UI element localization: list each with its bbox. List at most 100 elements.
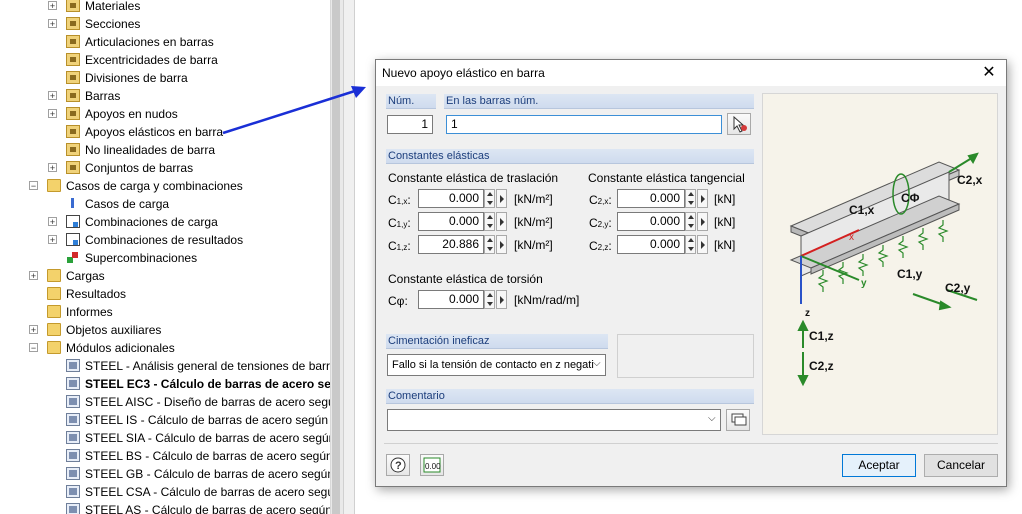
cphi-unit: [kNm/rad/m] [514, 293, 580, 307]
tree-item[interactable]: + Objetos auxiliares [0, 321, 330, 339]
c2x-menu-button[interactable] [697, 189, 708, 208]
y-axis-label: y [861, 278, 867, 289]
ineffective-foundation-header: Cimentación ineficaz [386, 334, 608, 349]
cphi-diagram-label: CΦ [901, 191, 920, 205]
expand-icon[interactable]: + [48, 217, 57, 227]
c1y-label: C1,y: [388, 216, 411, 230]
c2z-label: C2,z: [589, 239, 612, 253]
expand-icon[interactable]: + [48, 1, 57, 11]
svg-text:?: ? [395, 460, 402, 472]
tree-item[interactable]: No linealidades de barra [0, 141, 330, 159]
tree-item[interactable]: Informes [0, 303, 330, 321]
tree-item[interactable]: + Combinaciones de carga [0, 213, 330, 231]
c1z-menu-button[interactable] [496, 235, 507, 254]
chevron-down-icon[interactable]: ⌵ [593, 358, 601, 369]
c1y-spinner[interactable] [484, 212, 495, 231]
c2y-menu-button[interactable] [697, 212, 708, 231]
expand-icon[interactable]: + [29, 325, 38, 335]
cphi-input[interactable]: 0.000 [418, 290, 484, 309]
units-decimals-button[interactable]: 0.00 [420, 454, 444, 476]
tree-item[interactable]: − Casos de carga y combinaciones [0, 177, 330, 195]
expand-icon[interactable]: + [48, 109, 57, 119]
pick-members-button[interactable] [727, 113, 751, 135]
tree-item[interactable]: + Secciones [0, 15, 330, 33]
units-icon: 0.00 [423, 457, 441, 473]
c1y-menu-button[interactable] [496, 212, 507, 231]
c2y-spinner[interactable] [685, 212, 696, 231]
tree-item[interactable]: − Módulos adicionales [0, 339, 330, 357]
cphi-spinner[interactable] [484, 290, 495, 309]
cancel-button[interactable]: Cancelar [924, 454, 998, 477]
member-eccentricities-icon [66, 53, 80, 66]
c1x-input[interactable]: 0.000 [418, 189, 484, 208]
tree-item[interactable]: STEEL GB - Cálculo de barras de acero se… [0, 465, 330, 483]
c2x-diagram-label: C2,x [957, 173, 983, 187]
steel-sia-module-icon [66, 431, 80, 444]
tree-item[interactable]: STEEL EC3 - Cálculo de barras de acero s… [0, 375, 330, 393]
translational-constant-label: Constante elástica de traslación [388, 171, 559, 185]
tree-item[interactable]: STEEL IS - Cálculo de barras de acero se… [0, 411, 330, 429]
c2y-input[interactable]: 0.000 [617, 212, 685, 231]
tree-item[interactable]: STEEL - Análisis general de tensiones de… [0, 357, 330, 375]
load-cases-icon [66, 197, 80, 210]
c2x-input[interactable]: 0.000 [617, 189, 685, 208]
c1x-spinner[interactable] [484, 189, 495, 208]
comment-combobox[interactable] [387, 409, 721, 431]
expand-icon[interactable]: + [48, 163, 57, 173]
tree-item[interactable]: Resultados [0, 285, 330, 303]
tree-item-label: Cargas [66, 269, 105, 283]
c1y-input[interactable]: 0.000 [418, 212, 484, 231]
tree-item[interactable]: STEEL CSA - Cálculo de barras de acero s… [0, 483, 330, 501]
super-combinations-icon [66, 251, 80, 264]
comment-library-button[interactable] [726, 409, 750, 431]
steel-is-module-icon [66, 413, 80, 426]
tree-item[interactable]: + Materiales [0, 0, 330, 15]
tree-item[interactable]: Articulaciones en barras [0, 33, 330, 51]
tree-item[interactable]: + Cargas [0, 267, 330, 285]
number-input[interactable]: 1 [387, 115, 433, 134]
c1x-menu-button[interactable] [496, 189, 507, 208]
tree-item[interactable]: STEEL AISC - Diseño de barras de acero s… [0, 393, 330, 411]
tree-item[interactable]: STEEL SIA - Cálculo de barras de acero s… [0, 429, 330, 447]
panel-splitter[interactable] [343, 0, 355, 514]
beam-diagram: x y z C1,x C2,x CΦ C1,y C2,y C1,z C2,z [789, 152, 983, 387]
load-combinations-icon [66, 215, 80, 228]
cphi-menu-button[interactable] [496, 290, 507, 309]
close-icon[interactable]: ✕ [978, 62, 1000, 84]
c2z-menu-button[interactable] [697, 235, 708, 254]
tree-scrollbar-thumb[interactable] [332, 0, 340, 514]
tree-item[interactable]: + Conjuntos de barras [0, 159, 330, 177]
tree-item[interactable]: Excentricidades de barra [0, 51, 330, 69]
expand-icon[interactable]: + [48, 235, 57, 245]
expand-icon[interactable]: + [48, 91, 57, 101]
c2z-diagram-label: C2,z [809, 359, 834, 373]
c2z-input[interactable]: 0.000 [617, 235, 685, 254]
tree-item[interactable]: STEEL AS - Cálculo de barras de acero se… [0, 501, 330, 514]
tree-item[interactable]: Supercombinaciones [0, 249, 330, 267]
help-button[interactable]: ? [386, 454, 410, 476]
tree-item-label: Combinaciones de carga [85, 215, 218, 229]
tree-item[interactable]: + Combinaciones de resultados [0, 231, 330, 249]
collapse-icon[interactable]: − [29, 181, 38, 191]
ineffective-foundation-group: Cimentación ineficaz Fallo si la tensión… [386, 334, 608, 378]
tree-item-label: Apoyos en nudos [85, 107, 178, 121]
c1z-spinner[interactable] [484, 235, 495, 254]
elastic-constants-group: Constantes elásticas Constante elástica … [386, 149, 754, 323]
c1z-input[interactable]: 20.886 [418, 235, 484, 254]
collapse-icon[interactable]: − [29, 343, 38, 353]
tree-item[interactable]: Casos de carga [0, 195, 330, 213]
c2x-spinner[interactable] [685, 189, 696, 208]
members-input[interactable]: 1 [446, 115, 722, 134]
tree-item[interactable]: STEEL BS - Cálculo de barras de acero se… [0, 447, 330, 465]
chevron-down-icon[interactable]: ⌵ [708, 413, 716, 424]
number-group: Núm. 1 [386, 94, 436, 138]
member-hinges-icon [66, 35, 80, 48]
expand-icon[interactable]: + [48, 19, 57, 29]
ineffective-foundation-select[interactable]: Fallo si la tensión de contacto en z neg… [387, 354, 606, 376]
steel-aisc-module-icon [66, 395, 80, 408]
expand-icon[interactable]: + [29, 271, 38, 281]
steel-ec3-module-icon [66, 377, 80, 390]
ok-button[interactable]: Aceptar [842, 454, 916, 477]
tree-item-label: Secciones [85, 17, 141, 31]
c2z-spinner[interactable] [685, 235, 696, 254]
